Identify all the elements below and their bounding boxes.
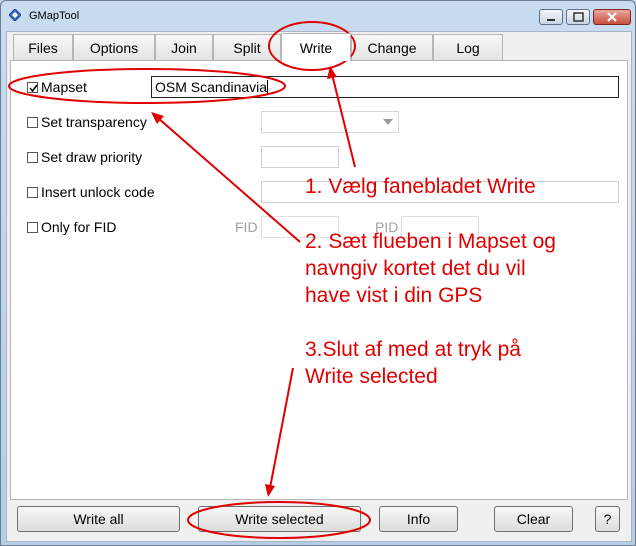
arrow-to-write-selected: [265, 367, 294, 497]
highlight-mapset: [8, 68, 286, 104]
highlight-write-selected: [187, 501, 371, 539]
arrow-to-write-tab: [327, 66, 356, 168]
tab-write[interactable]: Write: [281, 33, 351, 61]
annotation-step3-line1: 3.Slut af med at tryk på: [305, 338, 521, 361]
annotation-step2-line1: 2. Sæt flueben i Mapset og: [305, 230, 556, 253]
annotation-step2-line2: navngiv kortet det du vil: [305, 257, 526, 280]
annotation-step1: 1. Vælg fanebladet Write: [305, 175, 536, 198]
annotation-step3-line2: Write selected: [305, 365, 438, 388]
annotation-step2-line3: have vist i din GPS: [305, 284, 483, 307]
arrow-to-transparency: [151, 112, 301, 243]
